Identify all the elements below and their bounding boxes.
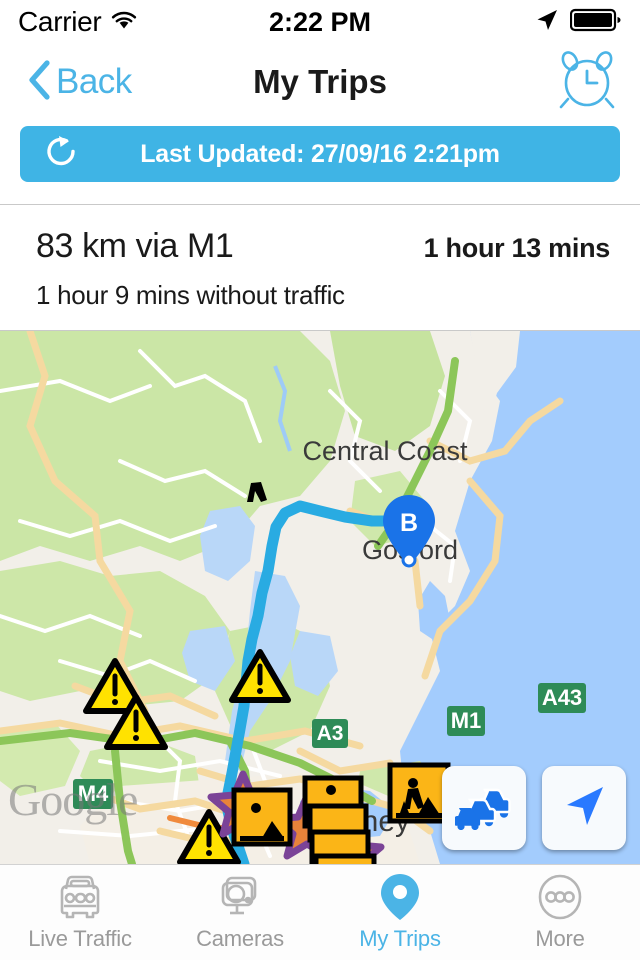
tab-cameras[interactable]: Cameras — [160, 865, 320, 960]
google-attribution: Google — [8, 774, 138, 825]
tab-label-my-trips: My Trips — [359, 925, 441, 951]
battery-full-icon — [569, 7, 622, 38]
tab-more[interactable]: More — [480, 865, 640, 960]
tab-label-live-traffic: Live Traffic — [28, 925, 132, 951]
map-view[interactable]: A43 M1 A3 M4 Central Coast Gosford Sydne… — [0, 331, 640, 864]
trip-summary-primary-row: 83 km via M1 1 hour 13 mins — [36, 227, 610, 266]
ellipsis-circle-icon — [534, 874, 586, 922]
incident-roadwork-marker — [313, 853, 377, 864]
alarm-clock-icon — [556, 50, 618, 114]
traffic-layer-button[interactable] — [442, 766, 526, 850]
locate-me-button[interactable] — [542, 766, 626, 850]
refresh-banner[interactable]: Last Updated: 27/09/16 2:21pm — [20, 126, 620, 182]
alarm-clock-button[interactable] — [556, 50, 618, 115]
trip-duration-no-traffic: 1 hour 9 mins without traffic — [36, 280, 345, 310]
trip-duration: 1 hour 13 mins — [423, 233, 611, 263]
tab-label-more: More — [535, 925, 585, 951]
carrier-label: Carrier — [18, 6, 102, 37]
car-front-icon — [53, 874, 107, 922]
road-shield-m1: M1 — [447, 706, 485, 736]
navigation-bar: Back My Trips — [0, 44, 640, 120]
svg-text:M1: M1 — [451, 708, 482, 733]
trip-distance-route: 83 km via M1 — [36, 227, 234, 265]
svg-text:A3: A3 — [317, 722, 344, 745]
road-shield-a43: A43 — [538, 683, 586, 713]
incident-roadwork-marker — [387, 762, 451, 824]
tab-live-traffic[interactable]: Live Traffic — [0, 865, 160, 960]
location-arrow-icon — [534, 7, 560, 38]
back-button[interactable]: Back — [26, 58, 132, 107]
traffic-cars-icon — [454, 782, 513, 835]
svg-text:B: B — [400, 509, 418, 537]
app-root: Carrier 2:22 PM Back My Trips Last Updat… — [0, 0, 640, 960]
tab-my-trips[interactable]: My Trips — [320, 865, 480, 960]
status-bar: Carrier 2:22 PM — [0, 0, 640, 44]
map-pin-icon — [376, 873, 424, 922]
tab-bar: Live Traffic Cameras My Trips More — [0, 864, 640, 960]
back-button-label: Back — [56, 62, 132, 101]
tab-label-cameras: Cameras — [196, 925, 284, 951]
trip-summary[interactable]: 83 km via M1 1 hour 13 mins 1 hour 9 min… — [0, 205, 640, 331]
last-updated-label: Last Updated: 27/09/16 2:21pm — [140, 139, 500, 168]
status-bar-left: Carrier — [18, 6, 139, 38]
map-controls — [442, 766, 626, 850]
navigation-arrow-icon — [559, 781, 609, 836]
svg-text:A43: A43 — [542, 685, 582, 710]
cctv-camera-icon — [213, 874, 267, 922]
road-shield-a3: A3 — [312, 719, 348, 748]
place-label-central-coast: Central Coast — [302, 436, 468, 466]
status-bar-right — [534, 7, 622, 38]
refresh-icon — [44, 134, 80, 175]
last-updated-banner-container: Last Updated: 27/09/16 2:21pm — [0, 126, 640, 204]
wifi-icon — [109, 8, 139, 37]
chevron-left-icon — [26, 58, 52, 107]
